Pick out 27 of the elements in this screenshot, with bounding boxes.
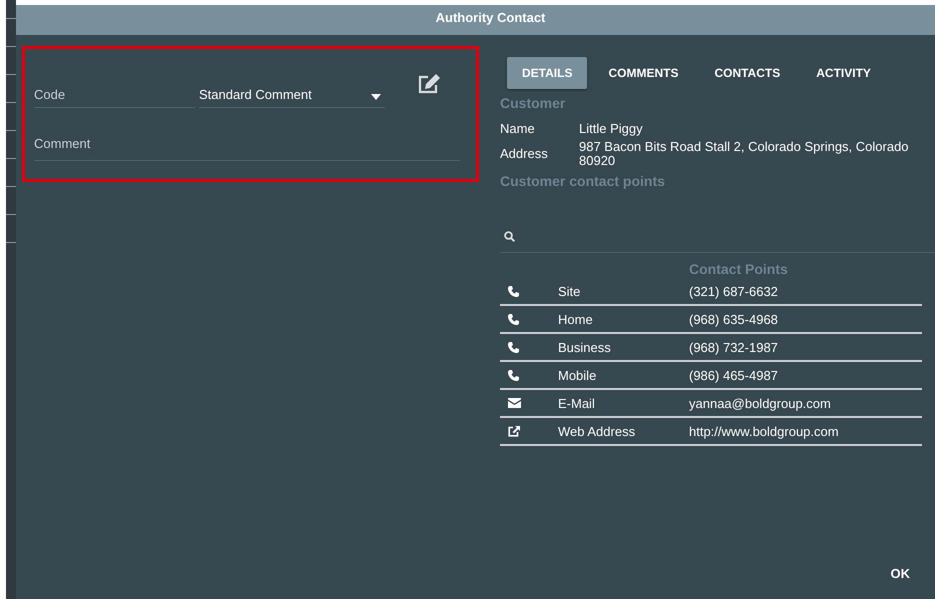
tab[interactable]: COMMENTS xyxy=(593,57,694,89)
field-label: Address xyxy=(500,146,549,162)
comment-field[interactable]: Comment xyxy=(34,136,460,161)
field-label: Name xyxy=(500,121,536,136)
table-cell-text: E-Mail xyxy=(558,396,596,411)
table-cell-text: Web Address xyxy=(558,424,636,439)
tab[interactable]: CONTACTS xyxy=(699,57,796,89)
code-dropdown[interactable]: Standard Comment xyxy=(199,87,385,108)
field-value: 987 Bacon Bits Road Stall 2, Colorado Springs, Colorado 80920 xyxy=(579,140,910,168)
section-heading: Customer xyxy=(500,95,566,111)
column-header: Contact Points xyxy=(689,261,788,278)
table-cell: http://www.boldgroup.com xyxy=(689,424,839,439)
field-value: Little Piggy xyxy=(579,122,644,136)
table-cell: yannaa@boldgroup.com xyxy=(689,396,831,411)
table-cell: (986) 465-4987 xyxy=(689,368,778,383)
table-cell-text: Business xyxy=(558,340,612,355)
section-heading: Customer contact points xyxy=(500,173,666,190)
table-cell: (968) 635-4968 xyxy=(689,312,778,327)
table-cell: (968) 732-1987 xyxy=(689,340,778,355)
table-cell-text: Site xyxy=(558,284,582,299)
table-cell-text: Home xyxy=(558,312,594,327)
ok-button[interactable]: OK xyxy=(888,562,912,585)
table-cell-text: Mobile xyxy=(558,368,598,383)
table-cell: (321) 687-6632 xyxy=(689,284,778,299)
code-field[interactable]: Code xyxy=(34,87,195,108)
tab[interactable]: ACTIVITY xyxy=(801,57,886,89)
window-title: Authority Contact xyxy=(436,10,546,25)
